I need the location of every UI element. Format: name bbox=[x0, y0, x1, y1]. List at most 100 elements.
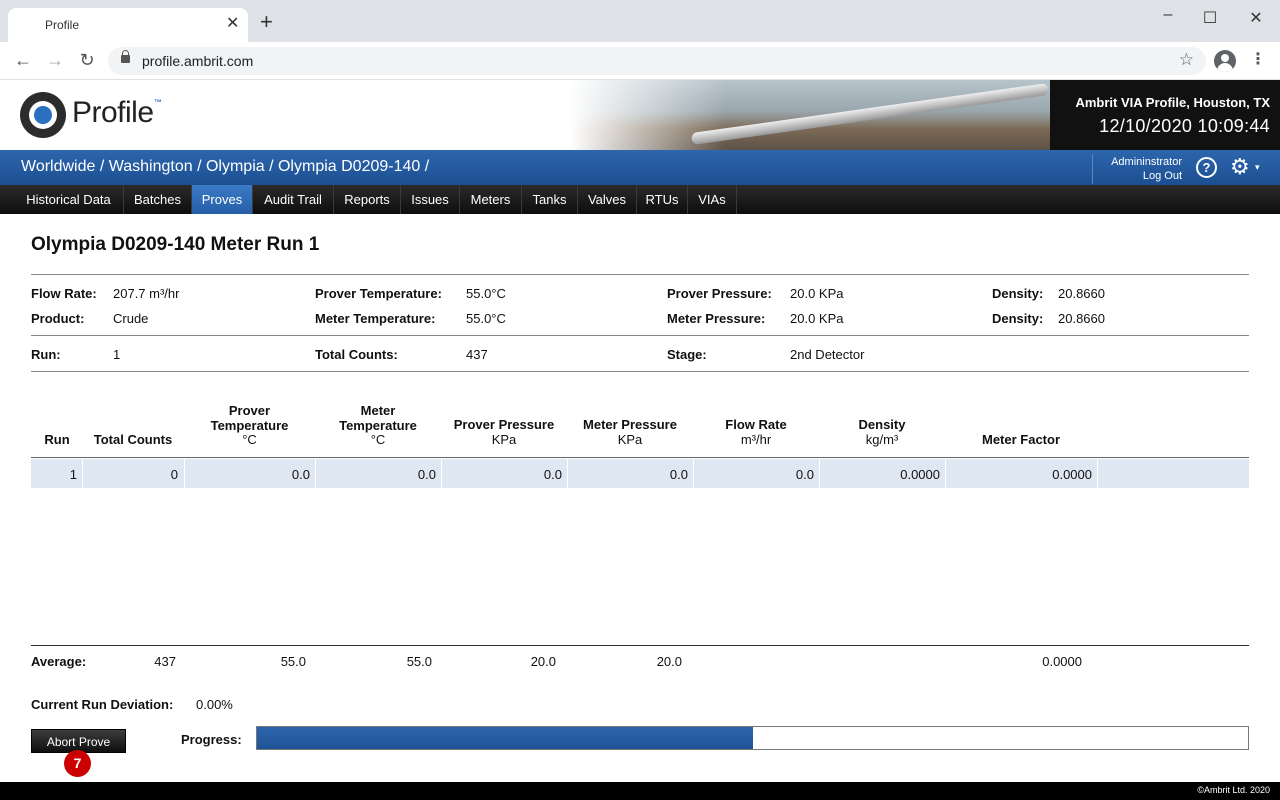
tab-issues[interactable]: Issues bbox=[401, 185, 460, 214]
run-label: Run: bbox=[31, 347, 61, 362]
density-label: Density: bbox=[992, 311, 1044, 326]
avg-meter-pressure: 20.0 bbox=[656, 654, 682, 669]
col-header-total-counts: Total Counts bbox=[93, 432, 173, 447]
avg-total-counts: 437 bbox=[154, 654, 176, 669]
tab-valves[interactable]: Valves bbox=[578, 185, 637, 214]
gear-icon[interactable]: ⚙ bbox=[1230, 155, 1250, 179]
tab-batches[interactable]: Batches bbox=[124, 185, 192, 214]
chevron-down-icon[interactable]: ▾ bbox=[1255, 162, 1260, 173]
col-header-meter-pressure: Meter Pressure KPa bbox=[583, 417, 677, 447]
star-icon[interactable]: ☆ bbox=[1179, 50, 1194, 70]
copyright-text: ©Ambrit Ltd. 2020 bbox=[1197, 785, 1270, 795]
divider bbox=[31, 274, 1249, 275]
cell-prover-temp: 0.0 bbox=[291, 467, 310, 482]
meter-temp-value: 55.0°C bbox=[466, 311, 506, 326]
tab-close-icon[interactable]: ✕ bbox=[226, 16, 239, 32]
product-label: Product: bbox=[31, 311, 85, 326]
avg-prover-temp: 55.0 bbox=[280, 654, 306, 669]
column-divider bbox=[184, 459, 185, 488]
page-title: Olympia D0209-140 Meter Run 1 bbox=[31, 234, 320, 255]
tab-audit-trail[interactable]: Audit Trail bbox=[253, 185, 334, 214]
cell-total-counts: 0 bbox=[170, 467, 178, 482]
deviation-value: 0.00% bbox=[196, 697, 233, 712]
col-header-density: Density kg/m³ bbox=[858, 417, 906, 447]
progress-fill bbox=[257, 727, 753, 749]
lock-icon bbox=[121, 50, 130, 63]
meter-pressure-label: Meter Pressure: bbox=[667, 311, 766, 326]
run-value: 1 bbox=[113, 347, 121, 362]
progress-label: Progress: bbox=[181, 732, 242, 747]
density-value: 20.8660 bbox=[1058, 286, 1105, 301]
cell-prover-pressure: 0.0 bbox=[543, 467, 562, 482]
tab-proves[interactable]: Proves bbox=[192, 185, 253, 214]
back-icon[interactable]: ← bbox=[12, 50, 34, 70]
url-text: profile.ambrit.com bbox=[142, 53, 254, 69]
prover-temp-label: Prover Temperature: bbox=[315, 286, 442, 301]
total-counts-value: 437 bbox=[466, 347, 488, 362]
help-icon[interactable]: ? bbox=[1196, 157, 1217, 178]
flow-rate-value: 207.7 m³/hr bbox=[113, 286, 180, 301]
flow-rate-label: Flow Rate: bbox=[31, 286, 97, 301]
avg-meter-temp: 55.0 bbox=[406, 654, 432, 669]
logo-icon[interactable] bbox=[20, 92, 66, 138]
logout-link[interactable]: Log Out bbox=[1098, 170, 1182, 182]
cell-meter-pressure: 0.0 bbox=[669, 467, 688, 482]
breadcrumb[interactable]: Worldwide / Washington / Olympia / Olymp… bbox=[21, 158, 429, 176]
header-info-panel bbox=[1050, 80, 1280, 150]
menu-icon[interactable]: ⋮ bbox=[1250, 51, 1266, 69]
reload-icon[interactable]: ↻ bbox=[76, 50, 98, 70]
meter-pressure-value: 20.0 KPa bbox=[790, 311, 844, 326]
total-counts-label: Total Counts: bbox=[315, 347, 398, 362]
maximize-icon[interactable]: ☐ bbox=[1200, 8, 1220, 28]
tab-rtus[interactable]: RTUs bbox=[637, 185, 688, 214]
column-divider bbox=[82, 459, 83, 488]
divider bbox=[31, 371, 1249, 372]
divider bbox=[31, 645, 1249, 646]
cell-run: 1 bbox=[69, 467, 77, 482]
logo-trademark: ™ bbox=[154, 98, 162, 107]
cell-flow-rate: 0.0 bbox=[795, 467, 814, 482]
column-divider bbox=[1097, 459, 1098, 488]
divider bbox=[31, 335, 1249, 336]
col-header-meter-factor: Meter Factor bbox=[981, 432, 1061, 447]
tab-tanks[interactable]: Tanks bbox=[522, 185, 578, 214]
col-header-flow-rate: Flow Rate m³/hr bbox=[725, 417, 787, 447]
average-label: Average: bbox=[31, 654, 87, 669]
new-tab-icon[interactable]: + bbox=[260, 11, 273, 33]
stage-label: Stage: bbox=[667, 347, 707, 362]
window-close-icon[interactable]: ✕ bbox=[1246, 8, 1266, 28]
avg-prover-pressure: 20.0 bbox=[530, 654, 556, 669]
tab-reports[interactable]: Reports bbox=[334, 185, 401, 214]
site-name: Ambrit VIA Profile, Houston, TX bbox=[1075, 95, 1270, 110]
prover-pressure-label: Prover Pressure: bbox=[667, 286, 772, 301]
col-header-meter-temp: Meter Temperature °C bbox=[339, 403, 417, 447]
meter-temp-label: Meter Temperature: bbox=[315, 311, 436, 326]
avg-meter-factor: 0.0000 bbox=[1042, 654, 1082, 669]
density-value: 20.8660 bbox=[1058, 311, 1105, 326]
stage-value: 2nd Detector bbox=[790, 347, 865, 362]
col-header-prover-temp: Prover Temperature °C bbox=[210, 403, 289, 447]
cell-density: 0.0000 bbox=[900, 467, 940, 482]
cell-meter-factor: 0.0000 bbox=[1052, 467, 1092, 482]
browser-tab[interactable]: Profile ✕ bbox=[8, 8, 248, 42]
datetime-display: 12/10/2020 10:09:44 bbox=[1099, 116, 1270, 136]
user-name: Admininstrator bbox=[1111, 156, 1182, 168]
cell-meter-temp: 0.0 bbox=[417, 467, 436, 482]
prover-temp-value: 55.0°C bbox=[466, 286, 506, 301]
col-header-prover-pressure: Prover Pressure KPa bbox=[453, 417, 555, 447]
density-label: Density: bbox=[992, 286, 1044, 301]
footer bbox=[0, 782, 1280, 800]
tab-historical-data[interactable]: Historical Data bbox=[14, 185, 124, 214]
logo-text[interactable]: Profile bbox=[72, 96, 154, 130]
product-value: Crude bbox=[113, 311, 149, 326]
tab-meters[interactable]: Meters bbox=[460, 185, 522, 214]
tab-vias[interactable]: VIAs bbox=[688, 185, 737, 214]
progress-bar bbox=[256, 726, 1249, 750]
address-bar[interactable]: profile.ambrit.com ☆ bbox=[108, 47, 1206, 75]
forward-icon[interactable]: → bbox=[44, 50, 66, 70]
profile-icon[interactable] bbox=[1214, 50, 1236, 72]
step-badge: 7 bbox=[64, 750, 91, 777]
prover-pressure-value: 20.0 KPa bbox=[790, 286, 844, 301]
minimize-icon[interactable]: – bbox=[1158, 6, 1178, 24]
divider bbox=[31, 457, 1249, 458]
